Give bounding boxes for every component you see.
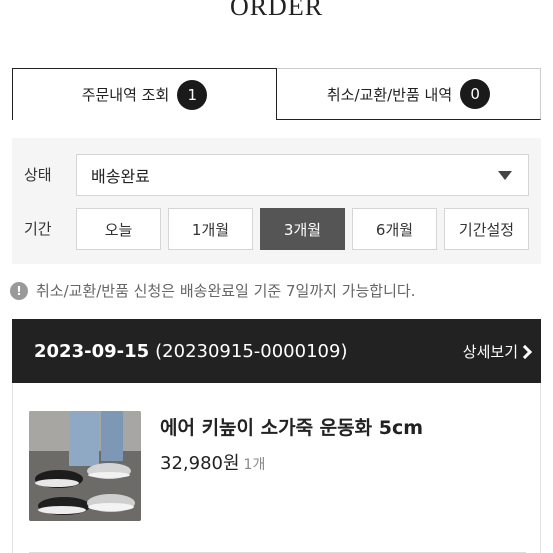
order-header: 2023-09-15 (20230915-0000109) 상세보기 (12, 319, 541, 383)
status-label: 상태 (24, 166, 52, 184)
filter-panel: 상태 배송완료 기간 오늘 1개월 3개월 6개월 기간설정 (12, 138, 541, 264)
tab-cancel-exchange-return-label: 취소/교환/반품 내역 (326, 85, 453, 104)
tab-cancel-exchange-return[interactable]: 취소/교환/반품 내역 0 (277, 68, 541, 120)
product-thumbnail[interactable] (29, 411, 141, 521)
period-1month-button[interactable]: 1개월 (168, 208, 253, 250)
product-price: 32,980원 (160, 453, 240, 474)
tab-order-history-label: 주문내역 조회 (81, 86, 170, 104)
period-label: 기간 (24, 220, 52, 238)
period-3month-button[interactable]: 3개월 (260, 208, 345, 250)
price-line: 32,980원 1개 (160, 449, 265, 475)
order-date: 2023-09-15 (34, 340, 150, 362)
status-select-value: 배송완료 (91, 167, 150, 186)
order-detail-link[interactable]: 상세보기 (463, 341, 531, 362)
info-icon: ! (10, 281, 28, 300)
order-detail-label: 상세보기 (462, 343, 518, 361)
order-count-badge: 1 (177, 79, 208, 110)
status-select[interactable]: 배송완료 (76, 154, 529, 196)
cancel-count-badge: 0 (460, 79, 491, 109)
order-tabs: 주문내역 조회 1 취소/교환/반품 내역 0 (12, 68, 541, 120)
order-item: 에어 키높이 소가죽 운동화 5cm 32,980원 1개 (12, 383, 541, 553)
period-6month-button[interactable]: 6개월 (352, 208, 437, 250)
product-quantity: 1개 (243, 457, 266, 473)
page-title: ORDER (229, 0, 324, 21)
period-today-button[interactable]: 오늘 (76, 208, 161, 250)
period-custom-button[interactable]: 기간설정 (444, 208, 529, 250)
tab-order-history[interactable]: 주문내역 조회 1 (12, 68, 277, 120)
order-number: (20230915-0000109) (155, 340, 348, 362)
chevron-right-icon (519, 345, 531, 359)
chevron-down-icon (498, 171, 512, 180)
cancel-notice: ! 취소/교환/반품 신청은 배송완료일 기준 7일까지 가능합니다. (10, 280, 415, 301)
cancel-notice-text: 취소/교환/반품 신청은 배송완료일 기준 7일까지 가능합니다. (36, 282, 416, 300)
product-name[interactable]: 에어 키높이 소가죽 운동화 5cm (160, 413, 423, 440)
